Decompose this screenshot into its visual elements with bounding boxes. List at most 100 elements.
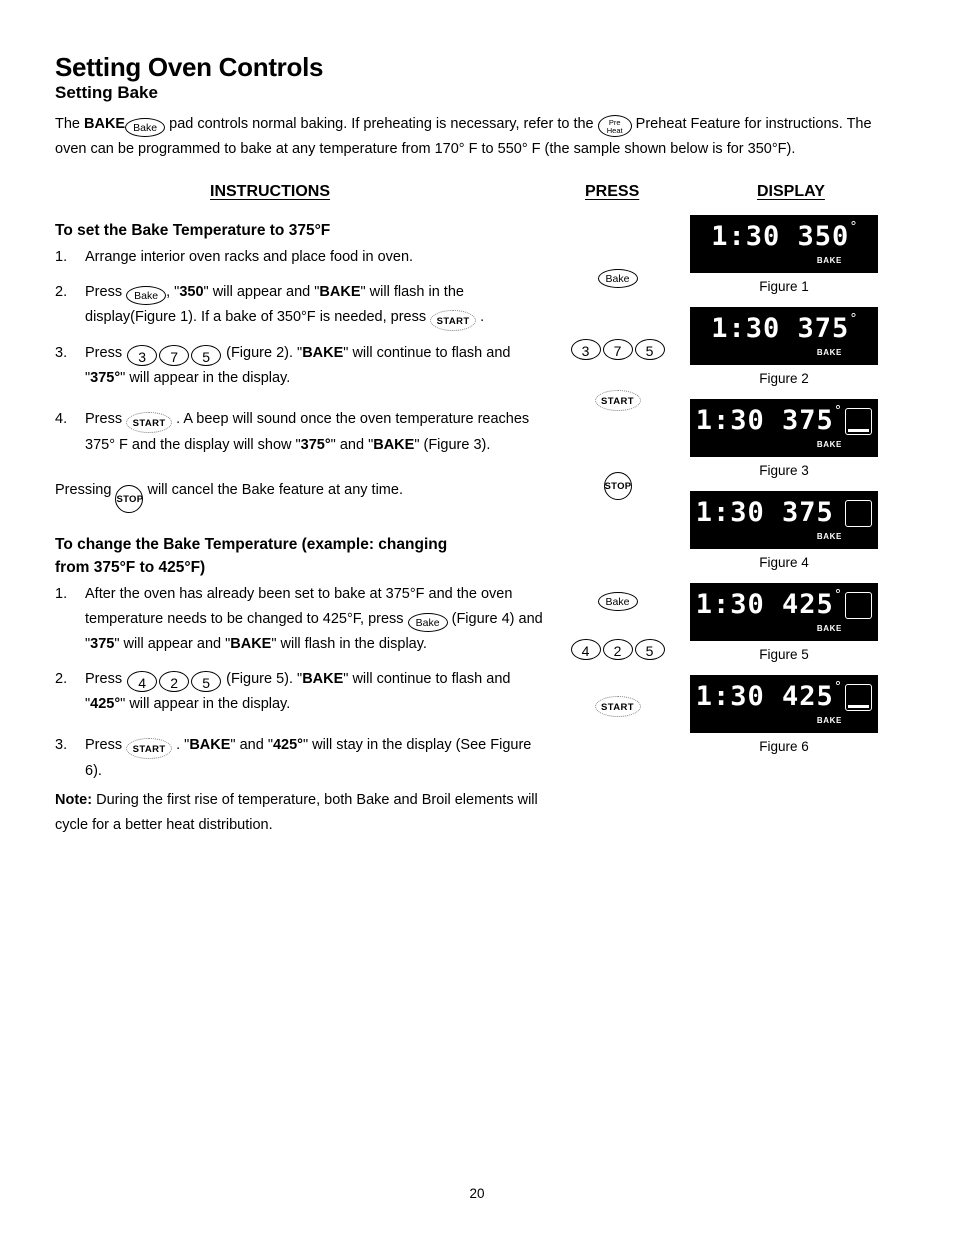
t-bold: BAKE — [189, 737, 231, 753]
t: " will appear in the display. — [120, 370, 291, 386]
digit-pad-icon-2: 2 — [602, 639, 633, 660]
digit-pad-icon-5: 5 — [634, 639, 665, 660]
press-digit-pads: 425 — [545, 638, 690, 660]
figure-block: 1:30 375 ° BAKE Figure 2 — [690, 307, 878, 386]
t-bold: BAKE — [230, 636, 272, 652]
section2-heading-line-2: from 375°F to 425°F) — [55, 559, 206, 576]
column-header-press: PRESS — [585, 183, 640, 200]
column-header-instructions: INSTRUCTIONS — [210, 183, 330, 200]
page-subtitle: Setting Bake — [55, 83, 158, 102]
step-number: 1. — [55, 586, 68, 602]
oven-display-panel: 1:30 425 ° BAKE — [690, 583, 878, 641]
stop-pad-icon: STOP — [115, 485, 144, 513]
section1-heading: To set the Bake Temperature to 375°F — [55, 222, 331, 239]
digit-pad-icon-7: 7 — [159, 345, 190, 366]
step-number: 2. — [55, 284, 68, 300]
step-text: Press START . "BAKE" and "425°" will sta… — [85, 733, 545, 784]
t: . — [476, 309, 485, 325]
step-number: 4. — [55, 411, 68, 427]
note-label: Note: — [55, 792, 93, 808]
t: Press — [85, 671, 127, 687]
step-number: 1. — [55, 249, 68, 265]
page-number: 20 — [469, 1186, 485, 1201]
intro-text-1: The — [55, 116, 85, 132]
step-number: 2. — [55, 671, 68, 687]
digit-pad-row: 375 — [570, 338, 666, 360]
display-bake-indicator: BAKE — [816, 532, 842, 541]
digit-pad-icon-4: 4 — [570, 639, 601, 660]
digit-pad-row: 425 — [570, 638, 666, 660]
instructions-column: To set the Bake Temperature to 375°F 1. … — [55, 218, 545, 838]
t: " and " — [330, 437, 374, 453]
degree-symbol-icon: ° — [850, 220, 857, 235]
page-title: Setting Oven Controls — [55, 52, 324, 82]
t-bold: 375° — [300, 437, 331, 453]
t: Press — [85, 411, 127, 427]
bake-pad-icon: Bake — [597, 591, 638, 611]
figure-block: 1:30 375 ° BAKE Figure 3 — [690, 399, 878, 478]
t-bold: 375° — [90, 370, 121, 386]
bake-pad-icon: Bake — [597, 268, 638, 288]
section2-heading: To change the Bake Temperature (example:… — [55, 533, 545, 579]
t-bold: 375 — [90, 636, 115, 652]
start-pad-icon: START — [594, 696, 641, 717]
digit-pad-icon-2: 2 — [159, 671, 190, 692]
display-bake-indicator: BAKE — [816, 256, 842, 265]
column-header-display: DISPLAY — [757, 183, 825, 200]
digit-pad-icon-3: 3 — [127, 345, 158, 366]
start-pad-icon: START — [126, 412, 173, 433]
figure-caption: Figure 2 — [759, 371, 809, 386]
t: " will appear in the display. — [120, 696, 291, 712]
section1-step-3: 3. Press 375 (Figure 2). "BAKE" will con… — [55, 341, 545, 391]
oven-indicator-box-icon — [845, 592, 873, 619]
start-pad-icon: START — [126, 738, 173, 759]
t: Press — [85, 737, 127, 753]
press-bake-pad: Bake — [545, 589, 690, 611]
t: " will appear and " — [114, 636, 231, 652]
display-digits: 1:30 425 — [695, 681, 834, 712]
step-text: Press 375 (Figure 2). "BAKE" will contin… — [85, 341, 545, 391]
step-number: 3. — [55, 737, 68, 753]
t: Pressing — [55, 482, 116, 498]
digit-pad-icon-5: 5 — [634, 339, 665, 360]
press-stop-pad: STOP — [545, 468, 690, 500]
oven-indicator-box-icon — [845, 500, 873, 527]
t-bold: 350 — [179, 284, 204, 300]
figure-caption: Figure 6 — [759, 739, 809, 754]
press-digit-pads: 375 — [545, 338, 690, 360]
t: " and " — [230, 737, 273, 753]
figure-block: 1:30 350 ° BAKE Figure 1 — [690, 215, 878, 294]
digit-pad-icon-7: 7 — [602, 339, 633, 360]
preheat-pad-icon: Pre Heat — [597, 115, 632, 137]
t-bold: 425° — [272, 737, 303, 753]
display-readout-row: 1:30 425 ° — [690, 681, 878, 712]
display-readout-row: 1:30 425 ° — [690, 589, 878, 620]
degree-symbol-icon: ° — [850, 312, 857, 327]
stop-pad-icon: STOP — [603, 472, 632, 500]
display-bake-indicator: BAKE — [816, 624, 842, 633]
figure-caption: Figure 3 — [759, 463, 809, 478]
t-bold: 425° — [90, 696, 121, 712]
cancel-note: Pressing STOP will cancel the Bake featu… — [55, 478, 545, 513]
display-digits: 1:30 425 — [695, 589, 834, 620]
digit-pad-icon-5: 5 — [191, 345, 222, 366]
t: , " — [166, 284, 180, 300]
section2-step-1: 1. After the oven has already been set t… — [55, 582, 545, 657]
oven-display-panel: 1:30 425 ° BAKE — [690, 675, 878, 733]
oven-indicator-box-icon — [845, 684, 873, 711]
t: (Figure 2). " — [222, 345, 303, 361]
bake-broil-note: Note: During the first rise of temperatu… — [55, 788, 545, 838]
intro-text-2: pad controls normal baking. If preheatin… — [165, 116, 598, 132]
section1-step-4: 4. Press START . A beep will sound once … — [55, 407, 545, 458]
oven-indicator-box-icon — [845, 408, 873, 435]
step-text: Press Bake, "350" will appear and "BAKE"… — [85, 280, 545, 331]
t: Press — [85, 284, 127, 300]
oven-display-panel: 1:30 375° BAKE — [690, 399, 878, 457]
press-bake-pad: Bake — [545, 266, 690, 288]
t: " (Figure 3). — [414, 437, 491, 453]
digit-pad-icon-5: 5 — [191, 671, 222, 692]
bake-pad-icon: Bake — [125, 117, 166, 137]
figure-caption: Figure 5 — [759, 647, 809, 662]
t: (Figure 5). " — [222, 671, 303, 687]
step-text: Press START . A beep will sound once the… — [85, 407, 545, 458]
